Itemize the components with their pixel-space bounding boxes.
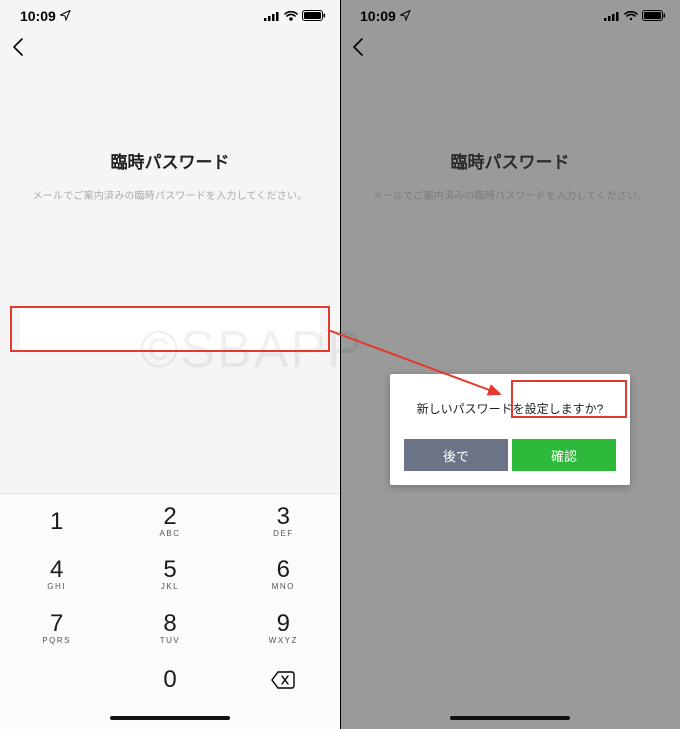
dialog-message: 新しいパスワードを設定しますか?	[404, 400, 616, 417]
key-backspace[interactable]	[227, 654, 340, 707]
phone-screen-left: 10:09 臨時パスワード	[0, 0, 340, 729]
screen-divider	[340, 0, 341, 729]
content-area: 臨時パスワード メールでご案内済みの臨時パスワードを入力してください。	[0, 66, 340, 493]
key-1[interactable]: 1	[0, 494, 113, 547]
battery-icon	[642, 8, 666, 24]
status-time: 10:09	[20, 8, 56, 24]
key-4[interactable]: 4GHI	[0, 547, 113, 600]
key-3[interactable]: 3DEF	[227, 494, 340, 547]
password-input[interactable]	[20, 307, 320, 351]
page-subtitle: メールでご案内済みの臨時パスワードを入力してください。	[373, 187, 648, 202]
confirm-dialog: 新しいパスワードを設定しますか? 後で 確認	[390, 374, 630, 485]
content-area: 臨時パスワード メールでご案内済みの臨時パスワードを入力してください。 新しいパ…	[340, 66, 680, 387]
back-icon[interactable]	[352, 36, 364, 62]
status-bar: 10:09	[340, 0, 680, 32]
key-2[interactable]: 2ABC	[113, 494, 226, 547]
key-6[interactable]: 6MNO	[227, 547, 340, 600]
status-time: 10:09	[360, 8, 396, 24]
wifi-icon	[284, 8, 298, 24]
page-title: 臨時パスワード	[111, 148, 230, 173]
numeric-keypad: 1 2ABC 3DEF 4GHI 5JKL 6MNO 7PQRS 8TUV 9W…	[0, 493, 340, 707]
page-subtitle: メールでご案内済みの臨時パスワードを入力してください。	[33, 187, 308, 202]
key-0[interactable]: 0	[113, 654, 226, 707]
location-icon	[400, 8, 411, 24]
later-button[interactable]: 後で	[404, 439, 508, 471]
key-empty	[0, 654, 113, 707]
nav-bar	[340, 32, 680, 66]
password-input	[360, 307, 660, 351]
back-icon[interactable]	[12, 36, 24, 62]
wifi-icon	[624, 8, 638, 24]
nav-bar	[0, 32, 340, 66]
battery-icon	[302, 8, 326, 24]
key-9[interactable]: 9WXYZ	[227, 601, 340, 654]
confirm-button[interactable]: 確認	[512, 439, 616, 471]
phone-screen-right: 10:09 臨時パスワード	[340, 0, 680, 729]
cellular-icon	[264, 8, 280, 24]
key-5[interactable]: 5JKL	[113, 547, 226, 600]
home-indicator[interactable]	[0, 707, 340, 729]
location-icon	[60, 8, 71, 24]
page-title: 臨時パスワード	[451, 148, 570, 173]
home-indicator[interactable]	[340, 707, 680, 729]
key-7[interactable]: 7PQRS	[0, 601, 113, 654]
key-8[interactable]: 8TUV	[113, 601, 226, 654]
status-bar: 10:09	[0, 0, 340, 32]
cellular-icon	[604, 8, 620, 24]
